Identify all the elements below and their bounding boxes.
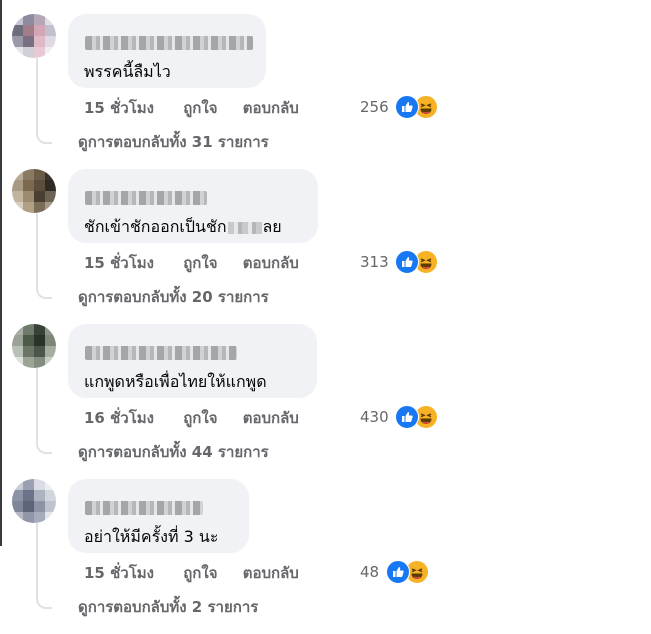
thread-line: [36, 368, 38, 440]
reaction-summary[interactable]: 48: [360, 560, 429, 584]
like-button[interactable]: ถูกใจ: [183, 406, 217, 430]
like-icon: [395, 250, 420, 274]
comment-actions: 15 ชั่วโมง ถูกใจ ตอบกลับ: [84, 561, 319, 585]
comment-text-part: ชักเข้าชักออกเป็นชัก: [84, 217, 227, 236]
comment-time[interactable]: 15 ชั่วโมง: [84, 561, 154, 585]
comment-bubble: พรรคนี้ลืมไว: [68, 14, 266, 88]
comment-actions: 15 ชั่วโมง ถูกใจ ตอบกลับ: [84, 251, 319, 275]
comment-item: ชักเข้าชักออกเป็นชัก ลย 15 ชั่วโมง ถูกใจ …: [0, 155, 651, 309]
view-replies-link[interactable]: ดูการตอบกลับทั้ง 20 รายการ: [78, 285, 269, 309]
view-replies-link[interactable]: ดูการตอบกลับทั้ง 44 รายการ: [78, 440, 269, 464]
reaction-summary[interactable]: 256: [360, 95, 439, 119]
reply-button[interactable]: ตอบกลับ: [243, 406, 299, 430]
author-name-blurred[interactable]: [85, 191, 207, 205]
comment-time[interactable]: 16 ชั่วโมง: [84, 406, 154, 430]
comment-item: แกพูดหรือเพื่อไทยให้แกพูด 16 ชั่วโมง ถูก…: [0, 310, 651, 464]
comment-text: อย่าให้มีครั้งที่ 3 นะ: [84, 527, 219, 546]
comment-text: แกพูดหรือเพื่อไทยให้แกพูด: [84, 372, 267, 391]
censored-text: [227, 221, 262, 234]
avatar[interactable]: [12, 479, 56, 523]
thread-line: [36, 58, 38, 130]
comment-actions: 16 ชั่วโมง ถูกใจ ตอบกลับ: [84, 406, 319, 430]
reply-button[interactable]: ตอบกลับ: [243, 96, 299, 120]
thread-connector: [36, 124, 52, 144]
thread-connector: [36, 589, 52, 609]
reply-button[interactable]: ตอบกลับ: [243, 251, 299, 275]
comment-item: พรรคนี้ลืมไว 15 ชั่วโมง ถูกใจ ตอบกลับ 25…: [0, 0, 651, 154]
thread-line: [36, 213, 38, 285]
reaction-count: 48: [360, 563, 380, 581]
comment-bubble: อย่าให้มีครั้งที่ 3 นะ: [68, 479, 249, 553]
avatar[interactable]: [12, 14, 56, 58]
like-icon: [395, 405, 420, 429]
reaction-summary[interactable]: 430: [360, 405, 439, 429]
comment-text: พรรคนี้ลืมไว: [84, 62, 171, 81]
like-button[interactable]: ถูกใจ: [183, 251, 217, 275]
like-icon: [385, 560, 410, 584]
reaction-count: 256: [360, 98, 389, 116]
author-name-blurred[interactable]: [85, 346, 237, 360]
view-replies-link[interactable]: ดูการตอบกลับทั้ง 31 รายการ: [78, 130, 269, 154]
thread-line: [36, 523, 38, 595]
like-icon: [395, 95, 420, 119]
comment-actions: 15 ชั่วโมง ถูกใจ ตอบกลับ: [84, 96, 319, 120]
comment-time[interactable]: 15 ชั่วโมง: [84, 251, 154, 275]
like-button[interactable]: ถูกใจ: [183, 561, 217, 585]
reaction-summary[interactable]: 313: [360, 250, 439, 274]
view-replies-link[interactable]: ดูการตอบกลับทั้ง 2 รายการ: [78, 595, 258, 619]
like-button[interactable]: ถูกใจ: [183, 96, 217, 120]
comment-bubble: ชักเข้าชักออกเป็นชัก ลย: [68, 169, 318, 243]
thread-connector: [36, 279, 52, 299]
author-name-blurred[interactable]: [85, 36, 253, 50]
comment-bubble: แกพูดหรือเพื่อไทยให้แกพูด: [68, 324, 317, 398]
thread-connector: [36, 434, 52, 454]
comment-item: อย่าให้มีครั้งที่ 3 นะ 15 ชั่วโมง ถูกใจ …: [0, 465, 651, 619]
avatar[interactable]: [12, 324, 56, 368]
author-name-blurred[interactable]: [85, 501, 203, 515]
reply-button[interactable]: ตอบกลับ: [243, 561, 299, 585]
comment-text: ชักเข้าชักออกเป็นชัก ลย: [84, 215, 282, 240]
reaction-count: 430: [360, 408, 389, 426]
comment-time[interactable]: 15 ชั่วโมง: [84, 96, 154, 120]
avatar[interactable]: [12, 169, 56, 213]
reaction-count: 313: [360, 253, 389, 271]
comment-text-part: ลย: [262, 217, 282, 236]
